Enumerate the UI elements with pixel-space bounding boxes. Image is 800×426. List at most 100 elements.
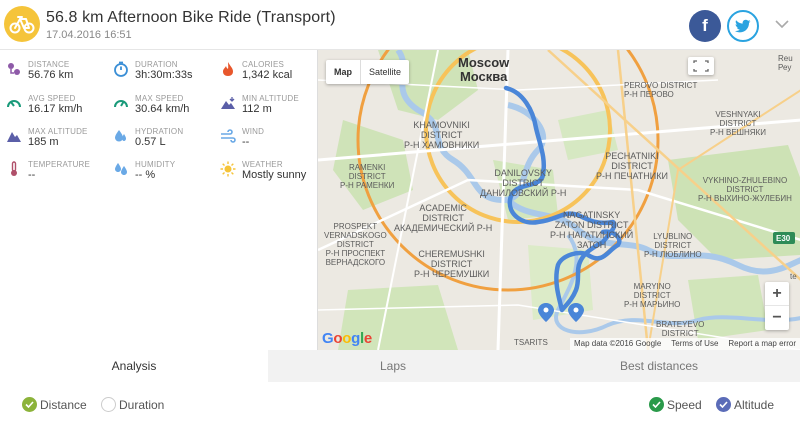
route-map[interactable]: Moscow Москва PEROVO DISTRICT Р-Н ПЕРОВО V… [317,50,800,350]
altitude-toggle-label: Altitude [734,397,775,412]
stat-value: 185 m [28,136,59,148]
stat-label: DURATION [135,60,178,69]
stats-panel: DISTANCE 56.76 km DURATION 3h:30m:33s CALORI… [0,50,317,350]
twitter-icon [735,19,751,33]
map-label-brateyevo: BRATEYEVO DISTRICT [656,320,705,338]
stat-weather: WEATHER Mostly sunny [220,160,320,192]
stat-value: 56.76 km [28,69,74,81]
google-logo[interactable]: Google [322,330,372,347]
stat-min-altitude: MIN ALTITUDE 112 m [220,94,320,126]
stat-calories: CALORIES 1,342 kcal [220,60,320,92]
report-map-error-link[interactable]: Report a map error [728,339,796,349]
map-label-edge: te [790,272,797,281]
map-label-veshnyaki: VESHNYAKI DISTRICT Р-Н ВЕШНЯКИ [710,110,766,137]
duration-toggle-label: Duration [119,397,165,412]
stat-max-altitude: MAX ALTITUDE 185 m [6,127,106,159]
map-label-maryino: MARYINO DISTRICT Р-Н МАРЬИНО [624,282,681,309]
map-label-lyublino: LYUBLINO DISTRICT Р-Н ЛЮБЛИНО [644,232,702,259]
tab-analysis[interactable]: Analysis [0,350,268,382]
avg-speed-icon [6,95,22,111]
sun-icon [220,161,236,177]
duration-toggle[interactable]: Duration [101,397,164,412]
map-label-nagatinsky: NAGATINSKY ZATON DISTRICT Р-Н НАГАТИНСКИЙ З… [550,210,634,250]
speed-toggle-label: Speed [667,397,702,412]
map-type-map-button[interactable]: Map [326,60,361,84]
stat-avg-speed: AVG SPEED 16.17 km/h [6,94,106,126]
zoom-out-button[interactable]: − [765,306,789,330]
stat-value: -- [242,136,250,148]
route-start-marker[interactable] [538,303,554,322]
map-label-moscow: Moscow Москва [458,55,510,84]
max-speed-icon [113,95,129,111]
analysis-tabs: Analysis Laps Best distances [0,350,800,382]
stat-value: Mostly sunny [242,169,307,181]
map-label-khamovniki: KHAMOVNIKI DISTRICT Р-Н ХАМОВНИКИ [404,120,480,150]
map-label-ramenki: RAMENKI DISTRICT Р-Н РАМЕНКИ [340,163,395,190]
map-type-control: Map Satellite [326,60,410,84]
stat-value: 0.57 L [135,136,166,148]
tab-best-distances[interactable]: Best distances [518,350,800,382]
stat-label: WEATHER [242,160,283,169]
stat-value: -- % [135,169,156,181]
map-label-cheremushki: CHEREMUSHKI DISTRICT Р-Н ЧЕРЕМУШКИ [414,249,490,279]
stat-value: 3h:30m:33s [135,69,193,81]
twitter-share-button[interactable] [727,10,759,42]
stat-label: MAX ALTITUDE [28,127,88,136]
facebook-share-button[interactable]: f [689,10,721,42]
chart-toggles: Distance Duration Speed Altitude [0,382,800,426]
stat-value: 112 m [242,103,272,115]
tab-laps[interactable]: Laps [268,350,518,382]
max-altitude-icon [6,128,22,144]
route-end-marker[interactable] [568,303,584,322]
activity-header: 56.8 km Afternoon Bike Ride (Transport) … [0,0,800,50]
stat-max-speed: MAX SPEED 30.64 km/h [113,94,213,126]
map-label-danilovsky: DANILOVSKY DISTRICT ДАНИЛОВСКИЙ Р-Н [480,168,567,198]
checkmark-icon [649,397,664,412]
terms-of-use-link[interactable]: Terms of Use [671,339,718,349]
activity-date: 17.04.2016 16:51 [46,29,132,41]
map-attribution: Map data ©2016 Google Terms of Use Repor… [569,338,800,350]
stat-label: WIND [242,127,265,136]
stat-wind: WIND -- [220,127,320,159]
stat-label: DISTANCE [28,60,70,69]
hydration-icon [113,128,129,144]
distance-icon [6,61,22,77]
zoom-control: + − [765,282,789,330]
speed-toggle[interactable]: Speed [649,397,702,412]
stat-hydration: HYDRATION 0.57 L [113,127,213,159]
stat-value: -- [28,169,36,181]
map-label-vykhino: VYKHINO-ZHULEBINO DISTRICT Р-Н ВЫХИНО-ЖУЛЕ… [698,176,792,203]
fullscreen-button[interactable] [688,57,714,75]
stat-duration: DURATION 3h:30m:33s [113,60,213,92]
fullscreen-icon [693,60,709,72]
map-type-satellite-button[interactable]: Satellite [361,60,409,84]
duration-icon [113,61,129,77]
facebook-icon: f [702,16,708,35]
stat-value: 30.64 km/h [135,103,190,115]
map-label-academic: ACADEMIC DISTRICT АКАДЕМИЧЕСКИЙ Р-Н [394,203,493,233]
map-label-reu: Reu Реу [778,54,793,72]
activity-title: 56.8 km Afternoon Bike Ride (Transport) [46,9,336,26]
map-label-prospekt: PROSPEKT VERNADSKOGO DISTRICT Р-Н ПРОСПЕКТ В… [324,222,387,267]
stat-value: 1,342 kcal [242,69,293,81]
map-data-credit: Map data ©2016 Google [573,339,662,348]
stat-label: CALORIES [242,60,285,69]
checkmark-icon [22,397,37,412]
stat-label: MIN ALTITUDE [242,94,299,103]
humidity-icon [113,161,129,177]
bicycle-icon [4,6,40,42]
stat-label: MAX SPEED [135,94,184,103]
checkmark-icon [716,397,731,412]
distance-toggle[interactable]: Distance [22,397,87,412]
map-label-tsaritsino: TSARITS [514,338,548,347]
zoom-in-button[interactable]: + [765,282,789,306]
stat-label: HUMIDITY [135,160,176,169]
altitude-toggle[interactable]: Altitude [716,397,774,412]
stat-label: TEMPERATURE [28,160,91,169]
stat-humidity: HUMIDITY -- % [113,160,213,192]
map-label-perovo: PEROVO DISTRICT Р-Н ПЕРОВО [624,81,698,99]
unchecked-circle-icon [101,397,116,412]
map-label-pechatniki: PECHATNIKI DISTRICT Р-Н ПЕЧАТНИКИ [596,151,668,181]
stat-temperature: TEMPERATURE -- [6,160,106,192]
chevron-down-icon[interactable] [772,14,792,34]
